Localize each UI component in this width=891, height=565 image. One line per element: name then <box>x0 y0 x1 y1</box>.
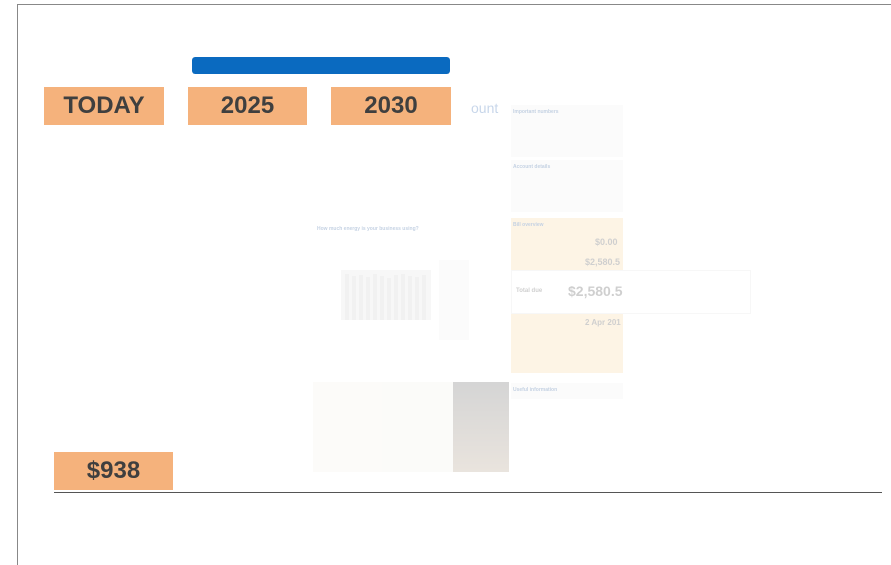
slide: ount Important numbers Account details H… <box>17 4 891 565</box>
useful-info-title: Useful information <box>513 387 558 393</box>
account-details-title: Account details <box>513 164 551 170</box>
energy-usage-question: How much energy is your business using? <box>317 226 419 232</box>
usage-chart <box>341 260 469 340</box>
year-2025-label: 2025 <box>188 87 307 125</box>
promo-panel <box>313 382 453 472</box>
timeline-progress-bar <box>192 57 450 74</box>
bill-overview-title: Bill overview <box>513 222 544 228</box>
faded-bill-image: ount Important numbers Account details H… <box>313 80 753 475</box>
year-2030-label: 2030 <box>331 87 451 125</box>
due-date: 2 Apr 201 <box>585 318 621 327</box>
bill-amount-1: $0.00 <box>595 237 618 247</box>
bill-amount-2: $2,580.5 <box>585 257 621 267</box>
total-due-label: Total due <box>516 288 543 294</box>
person-photo <box>453 382 509 472</box>
timeline-progress-fill <box>192 57 450 74</box>
today-label: TODAY <box>44 87 164 125</box>
baseline-divider <box>54 492 882 493</box>
important-numbers-title: Important numbers <box>513 109 559 115</box>
bill-heading-fragment: ount <box>471 100 499 116</box>
total-due-amount: $2,580.5 <box>568 283 623 299</box>
price-label: $938 <box>54 452 173 490</box>
total-due-row <box>511 270 751 314</box>
